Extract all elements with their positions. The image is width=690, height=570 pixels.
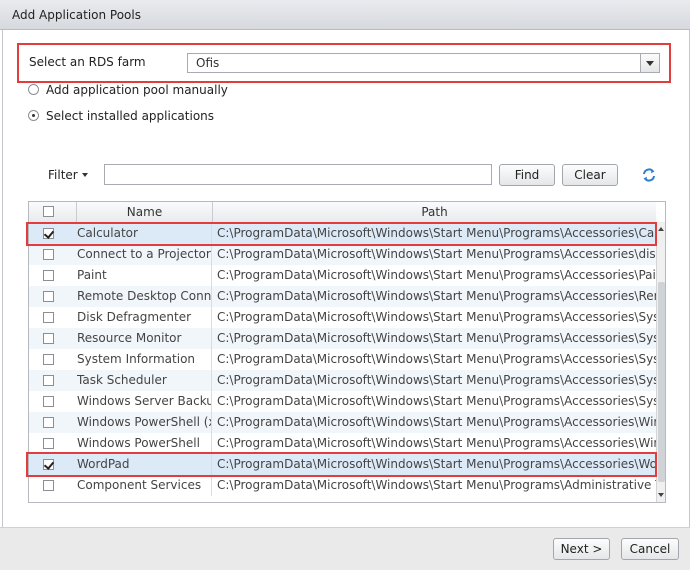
table-row[interactable]: Resource Monitor C:\ProgramData\Microsoft…	[29, 328, 656, 349]
row-path: C:\ProgramData\Microsoft\Windows\Start M…	[217, 331, 656, 345]
title-bar: Add Application Pools	[0, 0, 690, 30]
table-row[interactable]: Task Scheduler C:\ProgramData\Microsoft\W…	[29, 370, 656, 391]
row-name: Windows PowerShell (x8	[77, 412, 212, 433]
row-checkbox[interactable]	[43, 333, 54, 344]
row-name: System Information	[77, 349, 212, 370]
row-checkbox[interactable]	[43, 438, 54, 449]
scroll-down-icon[interactable]	[658, 493, 664, 497]
table-row[interactable]: Windows PowerShell C:\ProgramData\Microso…	[29, 433, 656, 454]
table-row[interactable]: System Information C:\ProgramData\Microso…	[29, 349, 656, 370]
row-path: C:\ProgramData\Microsoft\Windows\Start M…	[217, 352, 656, 366]
row-name: WordPad	[77, 454, 212, 475]
row-name: Disk Defragmenter	[77, 307, 212, 328]
row-checkbox[interactable]	[43, 417, 54, 428]
row-name: Resource Monitor	[77, 328, 212, 349]
row-path: C:\ProgramData\Microsoft\Windows\Start M…	[217, 310, 656, 324]
table-row[interactable]: WordPad C:\ProgramData\Microsoft\Windows\…	[29, 454, 656, 475]
table-row[interactable]: Disk Defragmenter C:\ProgramData\Microsof…	[29, 307, 656, 328]
row-name: Remote Desktop Conne	[77, 286, 212, 307]
scroll-up-icon[interactable]	[658, 227, 664, 231]
row-path: C:\ProgramData\Microsoft\Windows\Start M…	[217, 226, 656, 240]
radio-select-installed[interactable]	[28, 110, 39, 121]
farm-select-value: Ofis	[196, 56, 220, 70]
row-checkbox[interactable]	[43, 270, 54, 281]
row-path: C:\ProgramData\Microsoft\Windows\Start M…	[217, 289, 656, 303]
chevron-down-icon[interactable]	[640, 54, 659, 72]
row-path: C:\ProgramData\Microsoft\Windows\Start M…	[217, 373, 656, 387]
row-name: Task Scheduler	[77, 370, 212, 391]
column-header-path[interactable]: Path	[213, 202, 656, 222]
dialog-footer: Next > Cancel	[0, 527, 690, 570]
row-name: Paint	[77, 265, 212, 286]
row-path: C:\ProgramData\Microsoft\Windows\Start M…	[217, 415, 656, 429]
clear-button[interactable]: Clear	[562, 164, 618, 186]
row-checkbox[interactable]	[43, 375, 54, 386]
row-name: Component Services	[77, 475, 212, 496]
cancel-button[interactable]: Cancel	[621, 538, 679, 560]
row-checkbox[interactable]	[43, 480, 54, 491]
row-checkbox[interactable]	[43, 459, 54, 470]
filter-input[interactable]	[104, 164, 492, 185]
farm-label: Select an RDS farm	[29, 55, 146, 69]
row-checkbox[interactable]	[43, 354, 54, 365]
table-row[interactable]: Windows Server Backup C:\ProgramData\Micr…	[29, 391, 656, 412]
header-checkbox-cell	[29, 202, 77, 222]
filter-dropdown-label[interactable]: Filter	[48, 168, 78, 182]
next-button[interactable]: Next >	[553, 538, 610, 560]
table-row[interactable]: Component Services C:\ProgramData\Microso…	[29, 475, 656, 496]
table-row[interactable]: Connect to a Projector C:\ProgramData\Mic…	[29, 244, 656, 265]
table-row[interactable]: Paint C:\ProgramData\Microsoft\Windows\St…	[29, 265, 656, 286]
farm-select[interactable]: Ofis	[187, 53, 660, 73]
table-row[interactable]: Remote Desktop Conne C:\ProgramData\Micro…	[29, 286, 656, 307]
table-row[interactable]: Windows PowerShell (x8 C:\ProgramData\Mic…	[29, 412, 656, 433]
radio-select-installed-label: Select installed applications	[46, 109, 215, 123]
table-header: Name Path	[29, 202, 656, 223]
row-name: Windows PowerShell	[77, 433, 212, 454]
row-checkbox[interactable]	[43, 249, 54, 260]
scroll-thumb[interactable]	[658, 282, 665, 482]
row-path: C:\ProgramData\Microsoft\Windows\Start M…	[217, 394, 656, 408]
chevron-down-icon[interactable]	[82, 173, 88, 177]
select-all-checkbox[interactable]	[43, 206, 54, 217]
row-path: C:\ProgramData\Microsoft\Windows\Start M…	[217, 268, 656, 282]
row-checkbox[interactable]	[43, 396, 54, 407]
row-checkbox[interactable]	[43, 291, 54, 302]
row-name: Windows Server Backup	[77, 391, 212, 412]
row-path: C:\ProgramData\Microsoft\Windows\Start M…	[217, 436, 656, 450]
refresh-icon[interactable]	[641, 167, 657, 183]
find-button[interactable]: Find	[499, 164, 555, 186]
row-checkbox[interactable]	[43, 312, 54, 323]
row-path: C:\ProgramData\Microsoft\Windows\Start M…	[217, 247, 656, 261]
window-title: Add Application Pools	[12, 8, 141, 22]
row-name: Connect to a Projector	[77, 244, 212, 265]
radio-add-manually[interactable]	[28, 84, 39, 95]
radio-add-manually-label: Add application pool manually	[46, 83, 228, 97]
row-checkbox[interactable]	[43, 228, 54, 239]
applications-table: Name Path Calculator C:\ProgramData\Micro…	[28, 201, 666, 503]
column-header-name[interactable]: Name	[77, 202, 213, 222]
vertical-scrollbar[interactable]	[656, 222, 665, 502]
table-row[interactable]: Calculator C:\ProgramData\Microsoft\Windo…	[29, 223, 656, 244]
row-path: C:\ProgramData\Microsoft\Windows\Start M…	[217, 478, 656, 492]
row-path: C:\ProgramData\Microsoft\Windows\Start M…	[217, 457, 656, 471]
row-name: Calculator	[77, 223, 212, 244]
